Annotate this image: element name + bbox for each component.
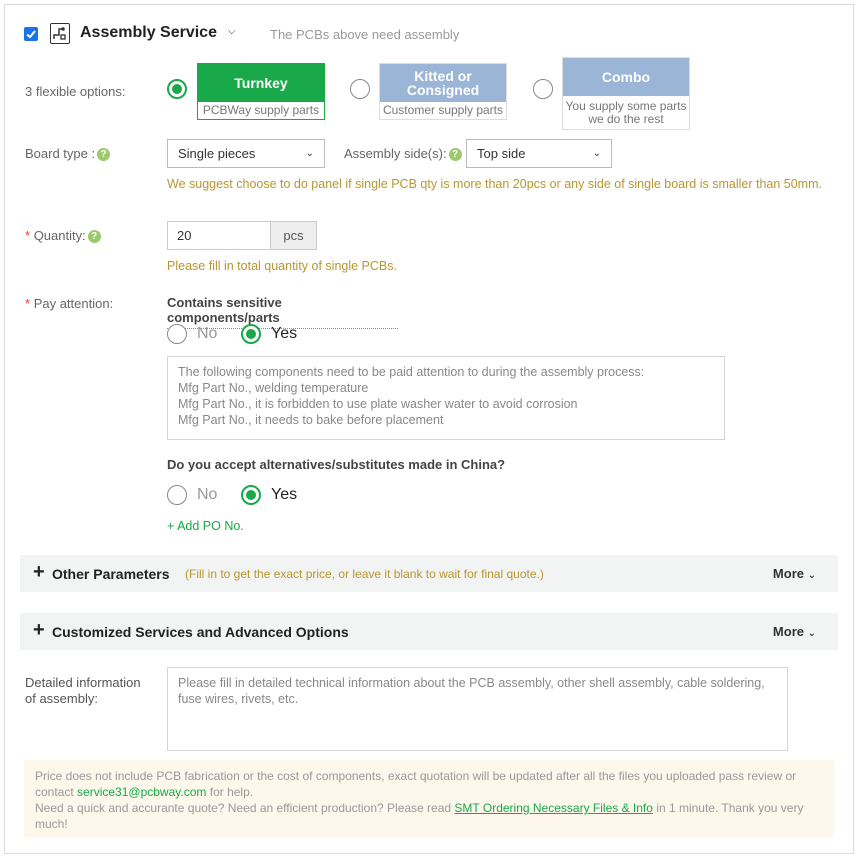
options-label: 3 flexible options: <box>25 84 126 99</box>
more-label: More <box>772 624 804 639</box>
section-title: Assembly Service <box>80 24 217 41</box>
board-type-select[interactable]: Single pieces ⌄ <box>167 139 325 168</box>
sensitive-yes-radio[interactable] <box>241 324 261 344</box>
notice-text: Need a quick and accurante quote? Need a… <box>35 801 452 815</box>
help-icon[interactable]: ? <box>97 148 111 162</box>
sensitive-question: Contains sensitive components/parts <box>167 295 398 329</box>
option-title: Turnkey <box>198 64 324 102</box>
assembly-side-select[interactable]: Top side ⌄ <box>466 139 612 168</box>
sensitive-no-radio[interactable] <box>167 324 187 344</box>
other-parameters-note: (Fill in to get the exact price, or leav… <box>185 567 544 581</box>
option-title: Combo <box>563 58 689 96</box>
pay-attention-label-text: Pay attention: <box>33 296 114 311</box>
option-subtitle: You supply some parts we do the rest <box>565 99 687 126</box>
assembly-side-label-text: Assembly side(s): <box>344 146 447 161</box>
price-notice: Price does not include PCB fabrication o… <box>24 760 834 837</box>
alternatives-question: Do you accept alternatives/substitutes m… <box>167 457 506 472</box>
option-turnkey[interactable]: Turnkey PCBWay supply parts <box>197 63 325 120</box>
pay-attention-label: * Pay attention: <box>25 296 113 311</box>
other-parameters-more[interactable]: More ⌄ <box>773 566 816 581</box>
quantity-input[interactable]: 20 <box>167 221 271 250</box>
required-mark: * <box>25 296 31 311</box>
alternatives-no-radio[interactable] <box>167 485 187 505</box>
customized-services-bar[interactable]: + Customized Services and Advanced Optio… <box>20 613 838 650</box>
quantity-hint: Please fill in total quantity of single … <box>167 259 397 273</box>
notice-text: for help. <box>209 785 254 799</box>
option-title: Kitted or Consigned <box>380 64 506 102</box>
combo-radio[interactable] <box>533 79 553 99</box>
assembly-service-checkbox[interactable] <box>24 27 38 41</box>
alternatives-yes-label: Yes <box>271 486 298 503</box>
sensitive-components-textarea[interactable]: The following components need to be paid… <box>167 356 725 440</box>
placeholder-line: Mfg Part No., it is forbidden to use pla… <box>178 397 578 411</box>
detail-textarea[interactable]: Please fill in detailed technical inform… <box>167 667 788 751</box>
more-label: More <box>772 566 804 581</box>
other-parameters-title: Other Parameters <box>52 566 170 582</box>
assembly-side-label: Assembly side(s):? <box>344 146 462 162</box>
quantity-unit: pcs <box>270 221 317 250</box>
assembly-side-value: Top side <box>477 146 526 161</box>
chevron-down-icon: ⌄ <box>807 628 816 639</box>
support-email-link[interactable]: service31@pcbway.com <box>77 785 206 799</box>
alternatives-yes-radio[interactable] <box>241 485 261 505</box>
alternatives-no-label: No <box>197 486 218 503</box>
chevron-down-icon: ⌄ <box>807 570 816 581</box>
placeholder-line: Mfg Part No., it needs to bake before pl… <box>178 413 444 427</box>
sensitive-yes-label: Yes <box>271 325 298 342</box>
plus-icon: + <box>33 561 45 583</box>
chevron-down-icon: ⌄ <box>305 148 314 159</box>
option-subtitle: PCBWay supply parts <box>202 103 320 117</box>
assembly-icon <box>50 23 70 44</box>
smt-files-link[interactable]: SMT Ordering Necessary Files & Info <box>454 801 653 815</box>
sensitive-no-label: No <box>197 325 218 342</box>
placeholder-line: Mfg Part No., welding temperature <box>178 381 369 395</box>
customized-services-more[interactable]: More ⌄ <box>773 624 816 639</box>
help-icon[interactable]: ? <box>448 148 462 162</box>
quantity-label: * Quantity:? <box>25 228 101 244</box>
kitted-radio[interactable] <box>350 79 370 99</box>
option-subtitle: Customer supply parts <box>382 103 504 117</box>
required-mark: * <box>25 228 31 243</box>
turnkey-radio[interactable] <box>167 79 187 99</box>
detail-label: Detailed information of assembly: <box>25 675 141 706</box>
quantity-label-text: Quantity: <box>33 228 86 243</box>
chevron-down-icon[interactable]: ⌵ <box>228 26 236 37</box>
other-parameters-bar[interactable]: + Other Parameters (Fill in to get the e… <box>20 555 838 592</box>
chevron-down-icon: ⌄ <box>592 148 601 159</box>
help-icon[interactable]: ? <box>87 230 101 244</box>
board-type-label-text: Board type : <box>25 146 96 161</box>
board-type-value: Single pieces <box>178 146 256 161</box>
plus-icon: + <box>33 619 45 641</box>
placeholder-line: The following components need to be paid… <box>178 365 645 379</box>
board-type-label: Board type :? <box>25 146 111 162</box>
add-po-link[interactable]: + Add PO No. <box>167 519 244 533</box>
option-kitted[interactable]: Kitted or Consigned Customer supply part… <box>379 63 507 120</box>
customized-services-title: Customized Services and Advanced Options <box>52 624 349 640</box>
option-combo[interactable]: Combo You supply some parts we do the re… <box>562 57 690 130</box>
section-subtitle: The PCBs above need assembly <box>270 27 460 42</box>
board-type-hint: We suggest choose to do panel if single … <box>167 177 822 191</box>
